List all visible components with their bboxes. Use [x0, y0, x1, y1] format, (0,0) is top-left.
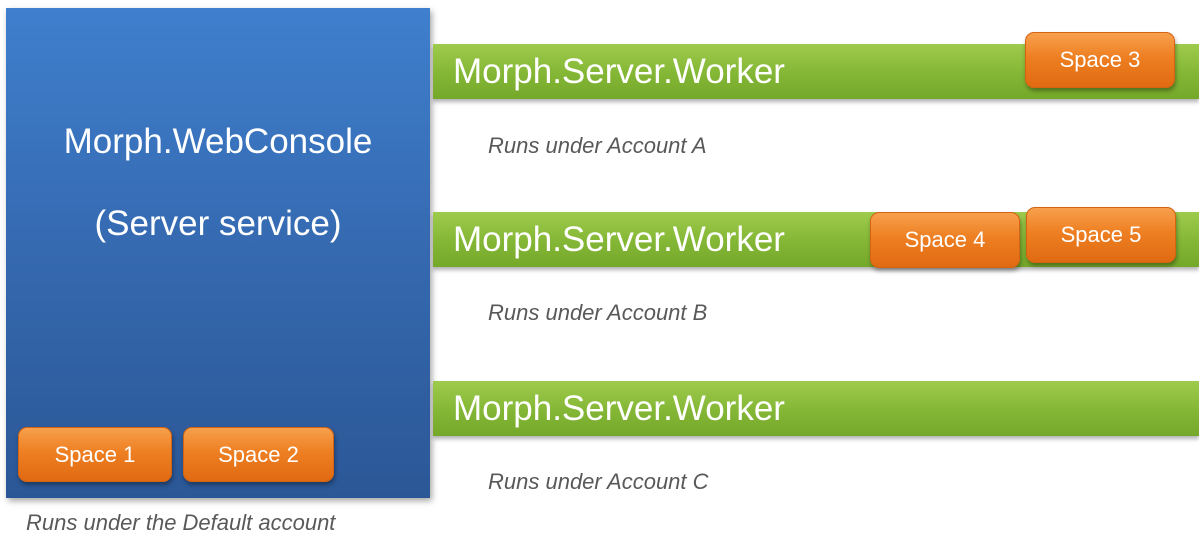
worker-label: Morph.Server.Worker: [453, 389, 785, 428]
space-4-box: Space 4: [870, 212, 1020, 268]
account-c-caption: Runs under Account C: [488, 469, 709, 494]
account-b-caption: Runs under Account B: [488, 300, 708, 325]
worker-bar-b: Morph.Server.Worker Space 4 Space 5: [433, 207, 1199, 268]
space-5-box: Space 5: [1026, 207, 1176, 263]
webconsole-subtitle: (Server service): [94, 204, 342, 243]
space-1-box: Space 1: [18, 427, 172, 482]
default-account-caption: Runs under the Default account: [26, 510, 336, 535]
worker-label: Morph.Server.Worker: [453, 52, 785, 91]
space-3-box: Space 3: [1025, 32, 1175, 88]
space-2-box: Space 2: [183, 427, 334, 482]
worker-bar-a: Morph.Server.Worker Space 3: [433, 32, 1199, 99]
webconsole-box: Morph.WebConsole (Server service) Space …: [6, 8, 430, 498]
account-a-caption: Runs under Account A: [488, 133, 707, 158]
worker-label: Morph.Server.Worker: [453, 220, 785, 259]
worker-bar-c: Morph.Server.Worker: [433, 381, 1199, 436]
webconsole-title: Morph.WebConsole: [63, 122, 373, 161]
